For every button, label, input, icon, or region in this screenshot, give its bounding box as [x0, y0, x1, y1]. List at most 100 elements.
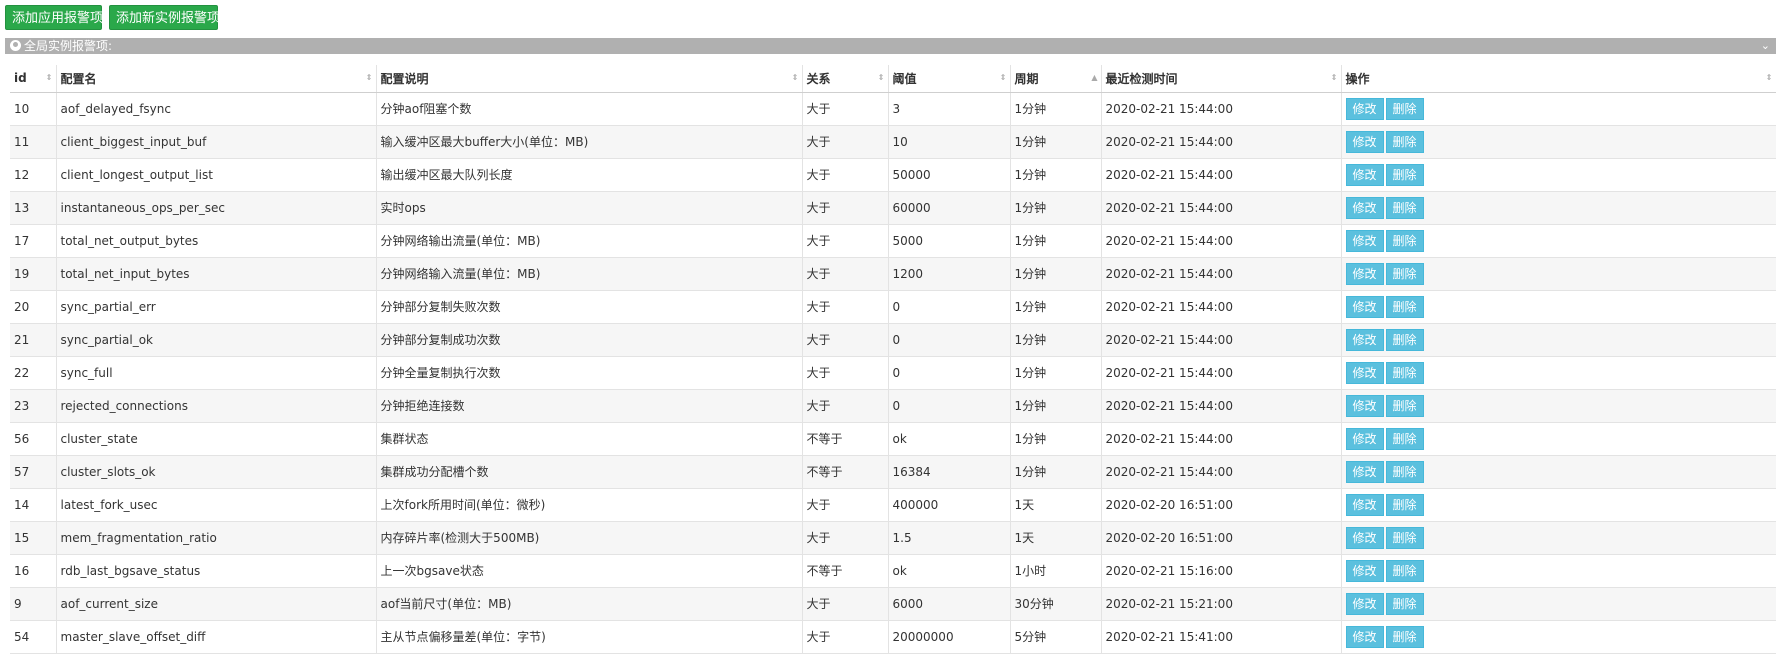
cell-config-name: instantaneous_ops_per_sec [56, 191, 377, 225]
cell-relation: 大于 [802, 389, 889, 423]
header-col-last-check[interactable]: 最近检测时间 ⇕ [1101, 65, 1342, 93]
cell-period: 1小时 [1010, 554, 1102, 588]
chevron-down-icon[interactable]: ⌄ [1761, 38, 1770, 54]
edit-button[interactable]: 修改 [1345, 163, 1384, 186]
cell-id: 19 [10, 257, 57, 291]
cell-last-check: 2020-02-20 16:51:00 [1101, 488, 1342, 522]
edit-button[interactable]: 修改 [1345, 229, 1384, 252]
delete-button[interactable]: 删除 [1385, 625, 1424, 648]
table-row: 12 client_longest_output_list 输出缓冲区最大队列长度大… [10, 158, 1776, 192]
cell-relation: 不等于 [802, 422, 889, 456]
delete-button[interactable]: 删除 [1385, 559, 1424, 582]
cell-last-check: 2020-02-21 15:44:00 [1101, 455, 1342, 489]
cell-actions: 修改 删除 [1341, 125, 1776, 159]
cell-config-name: client_longest_output_list [56, 158, 377, 192]
header-col-config-desc[interactable]: 配置说明 ⇕ [376, 65, 803, 93]
cell-actions: 修改 删除 [1341, 587, 1776, 621]
edit-button[interactable]: 修改 [1345, 295, 1384, 318]
edit-button[interactable]: 修改 [1345, 592, 1384, 615]
cell-period: 30分钟 [1010, 587, 1102, 621]
delete-button[interactable]: 删除 [1385, 493, 1424, 516]
header-col-relation[interactable]: 关系 ⇕ [802, 65, 889, 93]
delete-button[interactable]: 删除 [1385, 229, 1424, 252]
sort-icon: ⇕ [45, 73, 53, 82]
delete-button[interactable]: 删除 [1385, 328, 1424, 351]
global-alert-section-header[interactable]: 全局实例报警项: ⌄ [5, 38, 1776, 54]
delete-button[interactable]: 删除 [1385, 97, 1424, 120]
cell-config-name: rejected_connections [56, 389, 377, 423]
cell-threshold: 0 [888, 389, 1011, 423]
header-col-id[interactable]: id ⇕ [10, 65, 57, 93]
delete-button[interactable]: 删除 [1385, 592, 1424, 615]
delete-button[interactable]: 删除 [1385, 361, 1424, 384]
cell-config-desc: 分钟aof阻塞个数 [376, 92, 803, 126]
delete-button[interactable]: 删除 [1385, 526, 1424, 549]
delete-button[interactable]: 删除 [1385, 196, 1424, 219]
cell-id: 23 [10, 389, 57, 423]
header-label: 阈值 [892, 71, 917, 86]
cell-last-check: 2020-02-21 15:44:00 [1101, 191, 1342, 225]
add-app-alert-button[interactable]: 添加应用报警项✚ [5, 5, 119, 30]
cell-period: 1分钟 [1010, 422, 1102, 456]
sort-icon: ⇕ [1330, 73, 1338, 82]
edit-button[interactable]: 修改 [1345, 625, 1384, 648]
delete-button[interactable]: 删除 [1385, 295, 1424, 318]
delete-button[interactable]: 删除 [1385, 163, 1424, 186]
cell-actions: 修改 删除 [1341, 356, 1776, 390]
cell-last-check: 2020-02-21 15:44:00 [1101, 125, 1342, 159]
cell-actions: 修改 删除 [1341, 620, 1776, 654]
delete-button[interactable]: 删除 [1385, 130, 1424, 153]
edit-button[interactable]: 修改 [1345, 328, 1384, 351]
table-header-row: id ⇕ 配置名 ⇕ 配置说明 ⇕ 关系 ⇕ 阈值 ⇕ 周期 ▲ 最近检测时间 ⇕ 操作 ⇕ [10, 65, 1776, 93]
cell-period: 1分钟 [1010, 92, 1102, 126]
delete-button[interactable]: 删除 [1385, 460, 1424, 483]
table-row: 11 client_biggest_input_buf 输入缓冲区最大buffer大… [10, 125, 1776, 159]
cell-period: 1天 [1010, 521, 1102, 555]
cell-period: 1分钟 [1010, 455, 1102, 489]
sort-icon: ⇕ [791, 73, 799, 82]
delete-button[interactable]: 删除 [1385, 427, 1424, 450]
table-row: 21 sync_partial_ok 分钟部分复制成功次数 大于 0 1分钟 2020-02… [10, 323, 1776, 357]
edit-button[interactable]: 修改 [1345, 97, 1384, 120]
sort-icon: ▲ [1091, 73, 1098, 82]
cell-id: 56 [10, 422, 57, 456]
cell-config-name: latest_fork_usec [56, 488, 377, 522]
table-row: 10 aof_delayed_fsync 分钟aof阻塞个数 大于 3 1分钟 2020-0… [10, 92, 1776, 126]
cell-threshold: ok [888, 554, 1011, 588]
cell-last-check: 2020-02-21 15:44:00 [1101, 389, 1342, 423]
header-col-config-name[interactable]: 配置名 ⇕ [56, 65, 377, 93]
cell-actions: 修改 删除 [1341, 422, 1776, 456]
cell-relation: 大于 [802, 356, 889, 390]
table-row: 9 aof_current_size aof当前尺寸(单位：MB) 大于 6000 30分… [10, 587, 1776, 621]
cell-actions: 修改 删除 [1341, 224, 1776, 258]
edit-button[interactable]: 修改 [1345, 460, 1384, 483]
table-body: 10 aof_delayed_fsync 分钟aof阻塞个数 大于 3 1分钟 2020-0… [10, 92, 1776, 654]
edit-button[interactable]: 修改 [1345, 526, 1384, 549]
cell-id: 10 [10, 92, 57, 126]
cell-last-check: 2020-02-21 15:44:00 [1101, 323, 1342, 357]
table-row: 13 instantaneous_ops_per_sec 实时ops 大于 60000 1… [10, 191, 1776, 225]
edit-button[interactable]: 修改 [1345, 493, 1384, 516]
edit-button[interactable]: 修改 [1345, 427, 1384, 450]
edit-button[interactable]: 修改 [1345, 394, 1384, 417]
edit-button[interactable]: 修改 [1345, 130, 1384, 153]
edit-button[interactable]: 修改 [1345, 361, 1384, 384]
plus-icon: ✚ [223, 8, 236, 26]
header-label: 最近检测时间 [1105, 71, 1178, 86]
cell-relation: 不等于 [802, 455, 889, 489]
table-row: 20 sync_partial_err 分钟部分复制失败次数 大于 0 1分钟 2020-0… [10, 290, 1776, 324]
edit-button[interactable]: 修改 [1345, 262, 1384, 285]
cell-config-desc: 分钟网络输出流量(单位：MB) [376, 224, 803, 258]
header-col-threshold[interactable]: 阈值 ⇕ [888, 65, 1011, 93]
header-label: 配置名 [60, 71, 97, 86]
edit-button[interactable]: 修改 [1345, 196, 1384, 219]
cell-id: 9 [10, 587, 57, 621]
header-col-actions[interactable]: 操作 ⇕ [1341, 65, 1776, 93]
table-row: 16 rdb_last_bgsave_status 上一次bgsave状态 不等于 ok… [10, 554, 1776, 588]
delete-button[interactable]: 删除 [1385, 394, 1424, 417]
add-instance-alert-button[interactable]: 添加新实例报警项 ✚ [109, 5, 236, 30]
cell-config-desc: 分钟部分复制成功次数 [376, 323, 803, 357]
delete-button[interactable]: 删除 [1385, 262, 1424, 285]
header-col-period[interactable]: 周期 ▲ [1010, 65, 1102, 93]
edit-button[interactable]: 修改 [1345, 559, 1384, 582]
